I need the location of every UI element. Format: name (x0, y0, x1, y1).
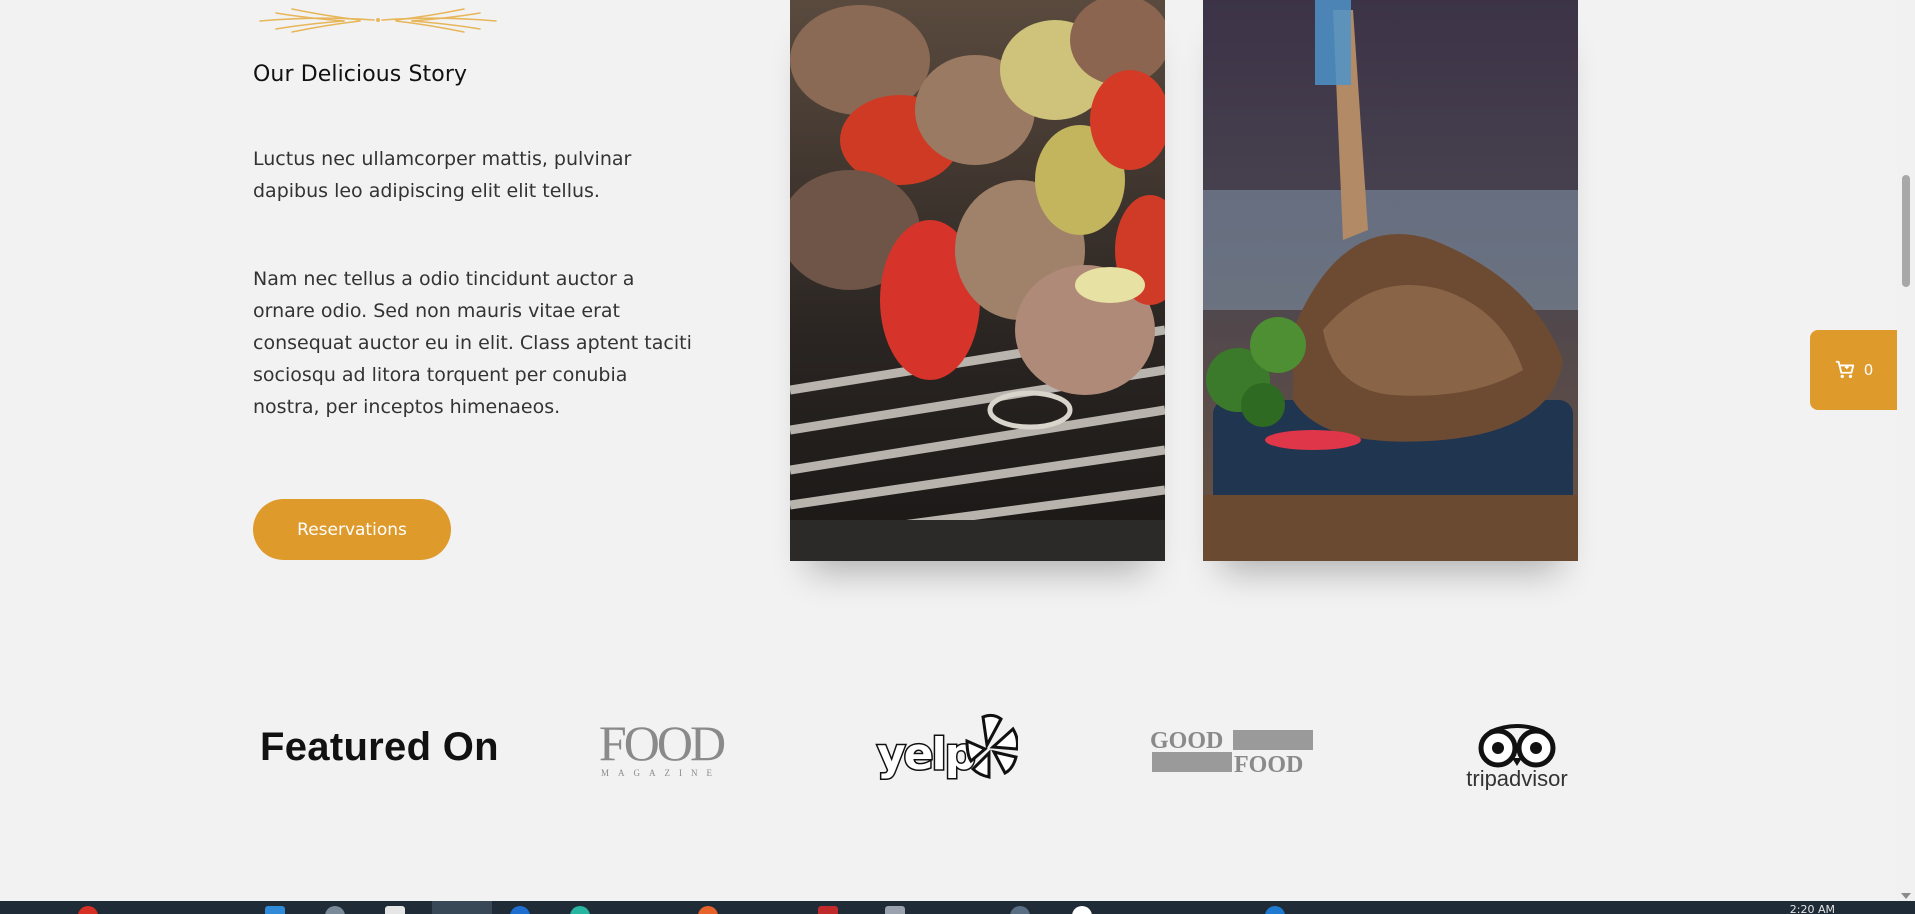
cart-count: 0 (1863, 361, 1874, 379)
page-scrollbar[interactable] (1897, 0, 1915, 901)
scroll-down-arrow-icon[interactable] (1901, 893, 1911, 899)
story-paragraph-2: Nam nec tellus a odio tincidunt auctor a… (253, 268, 692, 418)
svg-text:MAGAZINE: MAGAZINE (601, 768, 721, 778)
cart-button[interactable]: 0 (1810, 330, 1897, 410)
kebab-skewers-photo (790, 0, 1165, 561)
svg-text:GOOD: GOOD (1150, 728, 1223, 754)
taskbar-app-icon[interactable] (325, 906, 345, 914)
taskbar-app-icon[interactable] (78, 906, 98, 914)
taskbar-app-icon[interactable] (265, 906, 285, 914)
food-magazine-logo[interactable]: FOOD MAGAZINE (584, 720, 739, 780)
taskbar-app-icon[interactable] (510, 906, 530, 914)
reservations-button[interactable]: Reservations (253, 499, 451, 560)
taskbar-app-icon[interactable] (1072, 906, 1092, 914)
taskbar-clock[interactable]: 2:20 AM (1790, 903, 1835, 914)
taskbar-app-icon[interactable] (1010, 906, 1030, 914)
taskbar-app-icon[interactable] (1265, 906, 1285, 914)
os-taskbar: 2:20 AM (0, 901, 1915, 914)
taskbar-active-app[interactable] (432, 901, 492, 914)
tripadvisor-logo[interactable]: tripadvisor (1460, 718, 1575, 790)
taskbar-app-icon[interactable] (385, 906, 405, 914)
svg-text:FOOD: FOOD (1234, 752, 1303, 776)
featured-on-heading: Featured On (260, 725, 499, 769)
svg-text:FOOD: FOOD (599, 720, 725, 771)
svg-text:tripadvisor: tripadvisor (1466, 766, 1567, 790)
story-paragraph-1: Luctus nec ullamcorper mattis, pulvinar … (253, 148, 632, 202)
good-food-logo[interactable]: GOOD FOOD (1150, 726, 1315, 776)
lamb-chop-photo (1203, 0, 1578, 561)
taskbar-app-icon[interactable] (885, 906, 905, 914)
taskbar-app-icon[interactable] (818, 906, 838, 914)
cart-icon (1835, 360, 1854, 379)
wheat-divider-icon (259, 8, 497, 33)
taskbar-app-icon[interactable] (570, 906, 590, 914)
taskbar-app-icon[interactable] (698, 906, 718, 914)
story-title: Our Delicious Story (253, 62, 468, 87)
scrollbar-thumb[interactable] (1902, 175, 1910, 287)
svg-text:yelp: yelp (877, 729, 975, 780)
yelp-logo[interactable]: yelp (873, 713, 1018, 788)
